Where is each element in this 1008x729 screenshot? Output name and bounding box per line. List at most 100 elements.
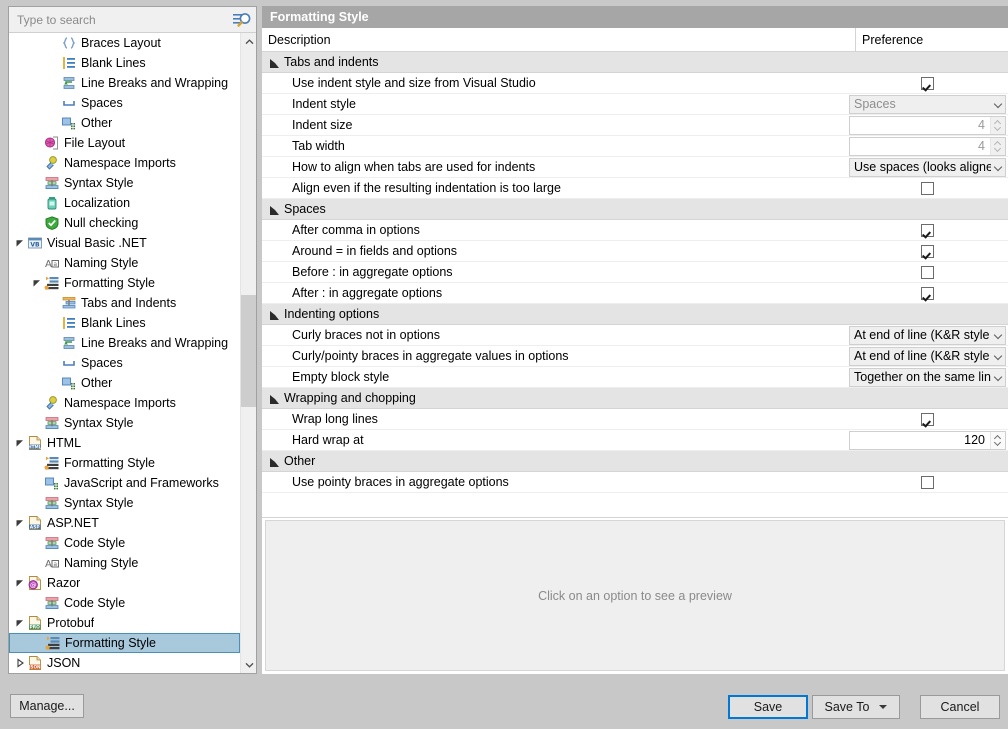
dropdown-curly-braces-not-in-options[interactable]: At end of line (K&R style [849,326,1006,345]
checkbox-checked[interactable] [921,245,934,258]
checkbox-unchecked[interactable] [921,266,934,279]
tree-item-null-checking[interactable]: Null checking [9,213,240,233]
option-row[interactable]: Indent styleSpaces [262,94,1008,115]
tree-item-braces-layout[interactable]: Braces Layout [9,33,240,53]
tree-item-code-style[interactable]: Code Style [9,593,240,613]
tree-item-localization[interactable]: Localization [9,193,240,213]
group-row-indenting-options[interactable]: Indenting options [262,304,1008,325]
tree-item-naming-style[interactable]: AaNaming Style [9,253,240,273]
spinner-value[interactable]: 4 [850,118,990,132]
tree-scrollbar-thumb[interactable] [241,295,256,407]
spinner-buttons[interactable] [990,138,1005,155]
dropdown-how-to-align-when-tabs-are-u[interactable]: Use spaces (looks aligned [849,158,1006,177]
tree-twisty-open-icon[interactable] [13,518,27,528]
tree-item-other[interactable]: Other [9,373,240,393]
tree-item-spaces[interactable]: Spaces [9,93,240,113]
tree-scrollbar[interactable] [240,33,256,673]
tree-item-line-breaks-and-wrapping[interactable]: Line Breaks and Wrapping [9,333,240,353]
tree-item-visual-basic-net[interactable]: VBVisual Basic .NET [9,233,240,253]
group-expand-icon[interactable] [270,457,279,466]
spinner-buttons[interactable] [990,432,1005,449]
dropdown-indent-style[interactable]: Spaces [849,95,1006,114]
checkbox-checked[interactable] [921,224,934,237]
chevron-down-icon[interactable] [991,327,1005,344]
spinner-indent-size[interactable]: 4 [849,116,1006,135]
tree-item-formatting-style[interactable]: Formatting Style [9,633,240,653]
group-expand-icon[interactable] [270,205,279,214]
option-row[interactable]: Hard wrap at120 [262,430,1008,451]
tree-item-protobuf[interactable]: PROProtobuf [9,613,240,633]
option-row[interactable]: Tab width4 [262,136,1008,157]
spinner-down-icon[interactable] [995,440,1002,446]
spinner-value[interactable]: 4 [850,139,990,153]
group-expand-icon[interactable] [270,394,279,403]
tree-item-spaces[interactable]: Spaces [9,353,240,373]
option-row[interactable]: Before : in aggregate options [262,262,1008,283]
tree-item-blank-lines[interactable]: Blank Lines [9,313,240,333]
save-button[interactable]: Save [728,695,808,719]
tree-item-namespace-imports[interactable]: Namespace Imports [9,153,240,173]
chevron-down-icon[interactable] [991,159,1005,176]
scroll-down-icon[interactable] [241,656,256,673]
spinner-hard-wrap-at[interactable]: 120 [849,431,1006,450]
group-expand-icon[interactable] [270,310,279,319]
checkbox-unchecked[interactable] [921,476,934,489]
option-row[interactable]: Indent size4 [262,115,1008,136]
chevron-down-icon[interactable] [991,369,1005,386]
checkbox-checked[interactable] [921,287,934,300]
tree-item-code-style[interactable]: Code Style [9,533,240,553]
tree-item-tabs-and-indents[interactable]: Tabs and Indents [9,293,240,313]
group-row-tabs-and-indents[interactable]: Tabs and indents [262,52,1008,73]
tree-item-formatting-style[interactable]: Formatting Style [9,453,240,473]
tree-item-syntax-style[interactable]: Syntax Style [9,413,240,433]
group-row-spaces[interactable]: Spaces [262,199,1008,220]
manage-button[interactable]: Manage... [10,694,84,718]
scroll-up-icon[interactable] [241,33,256,50]
tree-twisty-open-icon[interactable] [13,238,27,248]
tree-item-javascript-and-frameworks[interactable]: JavaScript and Frameworks [9,473,240,493]
chevron-down-icon[interactable] [879,705,887,709]
option-row[interactable]: Use indent style and size from Visual St… [262,73,1008,94]
spinner-down-icon[interactable] [995,125,1002,131]
chevron-down-icon[interactable] [991,348,1005,365]
spinner-buttons[interactable] [990,117,1005,134]
tree-twisty-open-icon[interactable] [13,438,27,448]
tree-item-razor[interactable]: @Razor [9,573,240,593]
tree-item-syntax-style[interactable]: Syntax Style [9,493,240,513]
checkbox-checked[interactable] [921,77,934,90]
group-row-wrapping-and-chopping[interactable]: Wrapping and chopping [262,388,1008,409]
option-row[interactable]: Curly/pointy braces in aggregate values … [262,346,1008,367]
tree-item-namespace-imports[interactable]: Namespace Imports [9,393,240,413]
tree-item-formatting-style[interactable]: Formatting Style [9,273,240,293]
tree-item-naming-style[interactable]: AaNaming Style [9,553,240,573]
option-row[interactable]: Align even if the resulting indentation … [262,178,1008,199]
search-box[interactable] [9,7,256,33]
spinner-tab-width[interactable]: 4 [849,137,1006,156]
checkbox-unchecked[interactable] [921,182,934,195]
checkbox-checked[interactable] [921,413,934,426]
group-expand-icon[interactable] [270,58,279,67]
tree-item-blank-lines[interactable]: Blank Lines [9,53,240,73]
group-row-other[interactable]: Other [262,451,1008,472]
option-row[interactable]: Use pointy braces in aggregate options [262,472,1008,493]
tree-twisty-open-icon[interactable] [30,278,44,288]
tree-item-html[interactable]: HTMLHTML [9,433,240,453]
save-to-button[interactable]: Save To [812,695,900,719]
tree-item-json[interactable]: JSONJSON [9,653,240,673]
tree-twisty-open-icon[interactable] [13,618,27,628]
search-input[interactable] [17,13,232,27]
tree-item-syntax-style[interactable]: Syntax Style [9,173,240,193]
tree-item-asp-net[interactable]: ASPASP.NET [9,513,240,533]
tree-item-line-breaks-and-wrapping[interactable]: Line Breaks and Wrapping [9,73,240,93]
settings-tree[interactable]: Braces LayoutBlank LinesLine Breaks and … [9,33,256,673]
option-row[interactable]: After : in aggregate options [262,283,1008,304]
spinner-down-icon[interactable] [995,146,1002,152]
option-row[interactable]: Around = in fields and options [262,241,1008,262]
cancel-button[interactable]: Cancel [920,695,1000,719]
dropdown-curly-pointy-braces-in-aggre[interactable]: At end of line (K&R style [849,347,1006,366]
option-row[interactable]: How to align when tabs are used for inde… [262,157,1008,178]
option-row[interactable]: After comma in options [262,220,1008,241]
dropdown-empty-block-style[interactable]: Together on the same lin [849,368,1006,387]
tree-twisty-open-icon[interactable] [13,578,27,588]
option-row[interactable]: Wrap long lines [262,409,1008,430]
